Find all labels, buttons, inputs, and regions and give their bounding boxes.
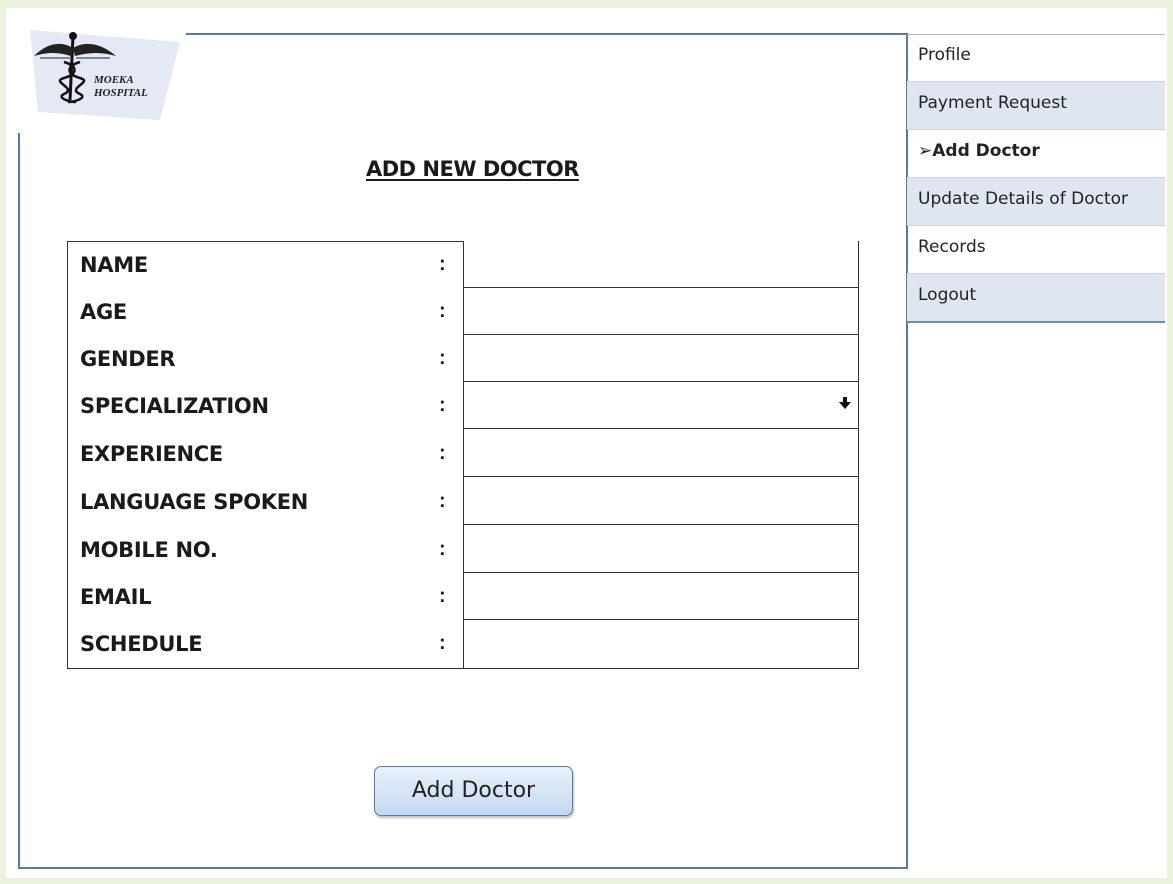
colon: :: [439, 394, 446, 416]
doctor-form: NAME : AGE : GENDER : SPECIALIZATION : E…: [67, 241, 859, 669]
gender-label: GENDER: [80, 347, 176, 371]
form-border-left: [67, 241, 68, 669]
frame-border-top: [186, 33, 906, 35]
schedule-label: SCHEDULE: [80, 632, 203, 656]
specialization-label: SPECIALIZATION: [80, 394, 269, 418]
sidebar-item-payment-request[interactable]: Payment Request: [907, 82, 1165, 130]
logo-text: MOEKA HOSPITAL: [94, 74, 148, 100]
hospital-logo: MOEKA HOSPITAL: [30, 22, 190, 122]
sidebar-item-update-details[interactable]: Update Details of Doctor: [907, 178, 1165, 226]
add-doctor-button[interactable]: Add Doctor: [374, 766, 573, 816]
experience-label: EXPERIENCE: [80, 442, 223, 466]
logo-text-line2: HOSPITAL: [94, 87, 148, 99]
colon: :: [439, 442, 446, 464]
colon: :: [439, 253, 446, 275]
age-label: AGE: [80, 300, 127, 324]
frame-border-bottom: [18, 867, 908, 869]
page-title: ADD NEW DOCTOR: [366, 157, 579, 181]
language-input[interactable]: [464, 478, 858, 525]
language-label: LANGUAGE SPOKEN: [80, 490, 309, 514]
frame-border-left: [18, 133, 20, 869]
sidebar-menu: Profile Payment Request ➢Add Doctor Upda…: [907, 34, 1165, 324]
sidebar-item-profile[interactable]: Profile: [907, 34, 1165, 82]
sidebar-item-logout[interactable]: Logout: [907, 274, 1165, 322]
sidebar-border-bottom: [907, 321, 1165, 323]
gender-input[interactable]: [464, 335, 858, 382]
logo-text-line1: MOEKA: [94, 74, 134, 86]
mobile-input[interactable]: [464, 526, 858, 573]
email-label: EMAIL: [80, 585, 152, 609]
age-input[interactable]: [464, 288, 858, 335]
experience-input[interactable]: [464, 430, 858, 477]
colon: :: [439, 300, 446, 322]
specialization-select[interactable]: [464, 382, 858, 429]
colon: :: [439, 585, 446, 607]
form-border-right: [858, 241, 859, 669]
colon: :: [439, 538, 446, 560]
colon: :: [439, 490, 446, 512]
name-label: NAME: [80, 253, 148, 277]
dropdown-arrow-icon[interactable]: [838, 396, 852, 410]
schedule-input[interactable]: [464, 620, 858, 666]
caduceus-icon: [30, 30, 180, 120]
sidebar-item-records[interactable]: Records: [907, 226, 1165, 274]
colon: :: [439, 347, 446, 369]
form-border-bottom: [67, 668, 859, 669]
form-divider: [463, 241, 464, 669]
sidebar-item-add-doctor[interactable]: ➢Add Doctor: [907, 130, 1165, 178]
email-input[interactable]: [464, 573, 858, 620]
name-input[interactable]: [464, 241, 858, 288]
mobile-label: MOBILE NO.: [80, 538, 218, 562]
colon: :: [439, 632, 446, 654]
